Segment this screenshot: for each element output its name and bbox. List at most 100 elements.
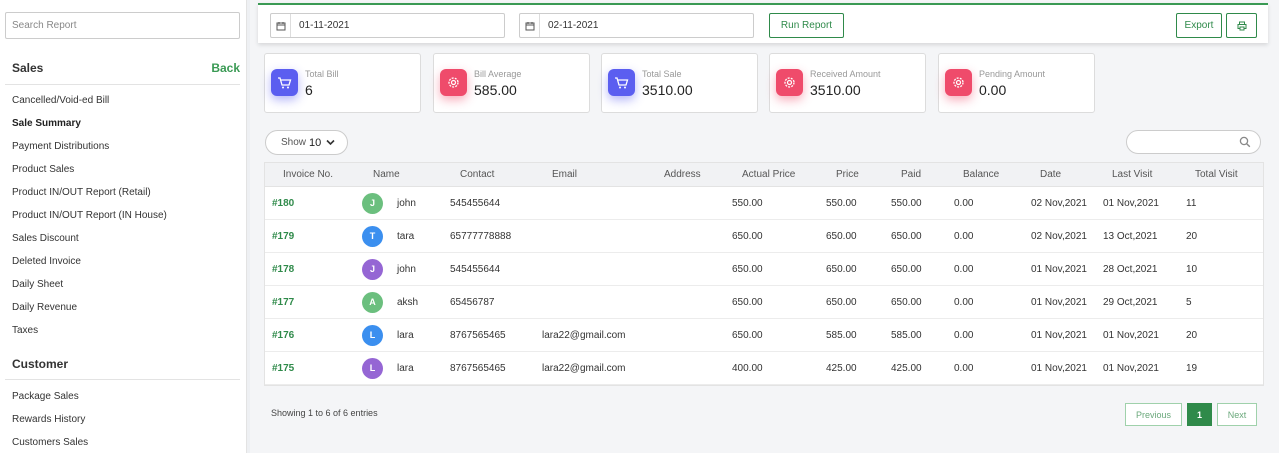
table-row[interactable]: J #178 john 545455644 650.00 650.00 650.00 0.00… [265, 253, 1263, 286]
cell-actual-price: 650.00 [732, 297, 763, 308]
table-row[interactable]: T #179 tara 65777778888 650.00 650.00 650.00 0.… [265, 220, 1263, 253]
cell-last-visit: 01 Nov,2021 [1103, 198, 1159, 209]
avatar: A [362, 292, 383, 313]
cell-price: 550.00 [826, 198, 857, 209]
cell-invoice[interactable]: #176 [272, 319, 294, 352]
cell-invoice[interactable]: #179 [272, 220, 294, 253]
table-row[interactable]: L #176 lara 8767565465 lara22@gmail.com 650.0… [265, 319, 1263, 352]
pagination-previous[interactable]: Previous [1125, 403, 1182, 426]
col-email[interactable]: Email [552, 163, 577, 187]
sidebar-item-daily-sheet[interactable]: Daily Sheet [12, 277, 237, 293]
sidebar-item-package-sales[interactable]: Package Sales [12, 389, 237, 405]
from-date-value: 01-11-2021 [299, 20, 350, 31]
sidebar-item-taxes[interactable]: Taxes [12, 323, 237, 339]
col-last-visit[interactable]: Last Visit [1112, 163, 1152, 187]
cell-actual-price: 650.00 [732, 330, 763, 341]
col-contact[interactable]: Contact [460, 163, 494, 187]
cell-last-visit: 13 Oct,2021 [1103, 231, 1158, 242]
cell-paid: 650.00 [891, 264, 922, 275]
cell-date: 01 Nov,2021 [1031, 297, 1087, 308]
search-icon[interactable] [1239, 136, 1251, 148]
cell-balance: 0.00 [954, 297, 974, 308]
stat-value: 0.00 [979, 82, 1007, 98]
sidebar-item-sale-summary[interactable]: Sale Summary [12, 116, 237, 132]
to-date-field[interactable]: 02-11-2021 [519, 13, 754, 38]
table-search-input[interactable] [1135, 131, 1240, 153]
cell-total-visit: 5 [1186, 297, 1192, 308]
cell-total-visit: 11 [1186, 198, 1197, 209]
col-address[interactable]: Address [664, 163, 701, 187]
pagination-next[interactable]: Next [1217, 403, 1257, 426]
col-price[interactable]: Price [836, 163, 859, 187]
from-date-field[interactable]: 01-11-2021 [270, 13, 505, 38]
table-header: Invoice No. Name Contact Email Address A… [265, 163, 1263, 187]
run-report-button[interactable]: Run Report [769, 13, 844, 38]
cell-actual-price: 650.00 [732, 264, 763, 275]
cell-paid: 650.00 [891, 297, 922, 308]
sidebar-item-sales-discount[interactable]: Sales Discount [12, 231, 237, 247]
stat-value: 3510.00 [642, 82, 693, 98]
cell-contact: 545455644 [450, 198, 501, 209]
col-date[interactable]: Date [1040, 163, 1061, 187]
cell-date: 02 Nov,2021 [1031, 231, 1087, 242]
stat-card-received-amount: Received Amount 3510.00 [769, 53, 926, 113]
col-balance[interactable]: Balance [963, 163, 999, 187]
export-button[interactable]: Export [1176, 13, 1222, 38]
cell-date: 02 Nov,2021 [1031, 198, 1087, 209]
cell-invoice[interactable]: #180 [272, 187, 294, 220]
col-actual-price[interactable]: Actual Price [742, 163, 795, 187]
table-row[interactable]: L #175 lara 8767565465 lara22@gmail.com 400.0… [265, 352, 1263, 385]
calendar-icon [271, 14, 291, 37]
chevron-down-icon [326, 139, 335, 146]
cell-date: 01 Nov,2021 [1031, 330, 1087, 341]
entries-info: Showing 1 to 6 of 6 entries [271, 408, 378, 418]
stat-value: 3510.00 [810, 82, 861, 98]
cell-paid: 585.00 [891, 330, 922, 341]
back-link[interactable]: Back [211, 61, 240, 75]
sidebar-item-payment-distributions[interactable]: Payment Distributions [12, 139, 237, 155]
sales-table: Invoice No. Name Contact Email Address A… [264, 162, 1264, 386]
show-entries-select[interactable]: Show 10 [265, 130, 348, 155]
col-name[interactable]: Name [373, 163, 400, 187]
show-label: Show [281, 137, 307, 148]
cell-contact: 8767565465 [450, 330, 506, 341]
stat-card-total-bill: Total Bill 6 [264, 53, 421, 113]
col-total-visit[interactable]: Total Visit [1195, 163, 1238, 187]
col-paid[interactable]: Paid [901, 163, 921, 187]
print-button[interactable] [1226, 13, 1257, 38]
table-row[interactable]: A #177 aksh 65456787 650.00 650.00 650.00 0.00 0… [265, 286, 1263, 319]
cell-date: 01 Nov,2021 [1031, 264, 1087, 275]
cell-name: john [397, 198, 416, 209]
sidebar-item-cancelled-bill[interactable]: Cancelled/Void-ed Bill [12, 93, 237, 109]
cell-balance: 0.00 [954, 198, 974, 209]
avatar: J [362, 259, 383, 280]
cell-invoice[interactable]: #175 [272, 352, 294, 385]
pagination-page-1[interactable]: 1 [1187, 403, 1212, 426]
sidebar-item-rewards-history[interactable]: Rewards History [12, 412, 237, 428]
cell-actual-price: 550.00 [732, 198, 763, 209]
cell-paid: 550.00 [891, 198, 922, 209]
sales-section-header: Sales Back [12, 58, 240, 78]
cell-invoice[interactable]: #178 [272, 253, 294, 286]
stat-card-total-sale: Total Sale 3510.00 [601, 53, 758, 113]
sidebar-item-product-inout-retail[interactable]: Product IN/OUT Report (Retail) [12, 185, 237, 201]
table-row[interactable]: J #180 john 545455644 550.00 550.00 550.00 0.00… [265, 187, 1263, 220]
col-invoice[interactable]: Invoice No. [283, 163, 333, 187]
gear-icon [440, 69, 467, 96]
cell-actual-price: 400.00 [732, 363, 763, 374]
sidebar-item-daily-revenue[interactable]: Daily Revenue [12, 300, 237, 316]
sidebar-item-deleted-invoice[interactable]: Deleted Invoice [12, 254, 237, 270]
report-search-input[interactable] [5, 12, 240, 39]
cell-date: 01 Nov,2021 [1031, 363, 1087, 374]
stat-card-pending-amount: Pending Amount 0.00 [938, 53, 1095, 113]
cell-contact: 8767565465 [450, 363, 506, 374]
customer-section-header: Customer [12, 354, 240, 374]
sidebar-item-product-inout-inhouse[interactable]: Product IN/OUT Report (IN House) [12, 208, 237, 224]
cell-contact: 545455644 [450, 264, 501, 275]
cell-price: 650.00 [826, 231, 857, 242]
sidebar-item-customers-sales[interactable]: Customers Sales [12, 435, 237, 451]
cell-price: 650.00 [826, 297, 857, 308]
cell-price: 650.00 [826, 264, 857, 275]
sidebar-item-product-sales[interactable]: Product Sales [12, 162, 237, 178]
cell-invoice[interactable]: #177 [272, 286, 294, 319]
